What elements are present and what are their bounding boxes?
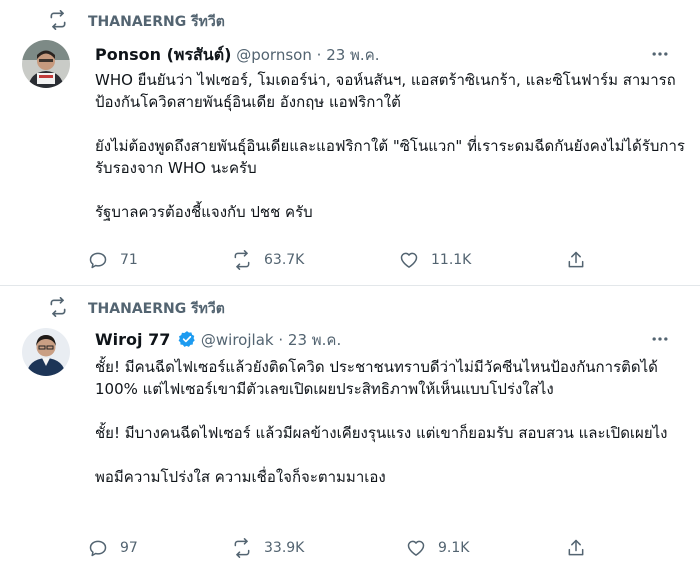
like-button[interactable]: 9.1K — [406, 536, 469, 560]
like-button[interactable]: 11.1K — [399, 248, 471, 272]
tweet-date[interactable]: 23 พ.ค. — [326, 46, 379, 64]
verified-badge-icon — [178, 331, 195, 347]
like-count: 11.1K — [431, 252, 472, 268]
tweet-paragraph: พอมีความโปร่งใส ความเชื่อใจก็จะตามมาเอง — [95, 468, 386, 486]
tweet-paragraph: WHO ยืนยันว่า ไฟเซอร์, โมเดอร์น่า, จอห์น… — [95, 71, 676, 111]
retweeted-by-label[interactable]: THANAERNG รีทวีต — [88, 298, 225, 320]
tweet[interactable]: THANAERNG รีทวีต Wiroj 77 @wirojlak · 23… — [0, 286, 700, 571]
share-icon — [568, 539, 584, 556]
tweet-actions: 97 33.9K 9.1K — [88, 536, 608, 560]
tweet-text: WHO ยืนยันว่า ไฟเซอร์, โมเดอร์น่า, จอห์น… — [95, 69, 685, 223]
avatar-image — [22, 328, 70, 376]
more-options-icon[interactable] — [650, 44, 670, 64]
author-name[interactable]: Wiroj 77 — [95, 330, 170, 349]
tweet-actions: 71 63.7K 11.1K — [88, 248, 608, 272]
share-button[interactable] — [566, 248, 586, 272]
tweet-header: Wiroj 77 @wirojlak · 23 พ.ค. — [95, 328, 341, 350]
author-handle[interactable]: @pornson — [236, 46, 312, 64]
tweet-header: Ponson (พรสันต์) @pornson · 23 พ.ค. — [95, 43, 380, 65]
retweet-count: 63.7K — [264, 252, 305, 268]
tweet-paragraph: ยังไม่ต้องพูดถึงสายพันธุ์อินเดียและแอฟริ… — [95, 137, 685, 177]
reply-icon — [89, 252, 107, 269]
separator-dot: · — [278, 331, 284, 349]
tweet-paragraph: ชั้ย! มีคนฉีดไฟเซอร์แล้วยังติดโควิด ประช… — [95, 358, 658, 398]
author-name[interactable]: Ponson (พรสันต์) — [95, 45, 231, 64]
like-count: 9.1K — [438, 540, 470, 556]
share-button[interactable] — [566, 536, 586, 560]
retweet-icon — [234, 538, 250, 558]
tweet-text: ชั้ย! มีคนฉีดไฟเซอร์แล้วยังติดโควิด ประช… — [95, 356, 685, 488]
avatar-image — [22, 40, 70, 88]
author-handle[interactable]: @wirojlak — [201, 331, 274, 349]
tweet-paragraph: รัฐบาลควรต้องชี้แจงกับ ปชช ครับ — [95, 203, 313, 221]
reply-icon — [89, 540, 107, 557]
separator-dot: · — [316, 46, 322, 64]
avatar[interactable] — [22, 328, 70, 376]
share-icon — [568, 251, 584, 268]
retweet-button[interactable]: 63.7K — [232, 248, 304, 272]
reply-button[interactable]: 97 — [88, 536, 138, 560]
retweet-count: 33.9K — [264, 540, 305, 556]
reply-button[interactable]: 71 — [88, 248, 138, 272]
retweet-icon — [234, 250, 250, 270]
avatar[interactable] — [22, 40, 70, 88]
retweet-icon — [50, 297, 66, 317]
reply-count: 71 — [120, 252, 138, 268]
more-options-icon[interactable] — [650, 329, 670, 349]
reply-count: 97 — [120, 540, 138, 556]
retweet-icon — [50, 10, 66, 30]
tweet-date[interactable]: 23 พ.ค. — [288, 331, 341, 349]
heart-icon — [407, 540, 425, 556]
tweet-paragraph: ชั้ย! มีบางคนฉีดไฟเซอร์ แล้วมีผลข้างเคีย… — [95, 424, 668, 442]
retweeted-by-label[interactable]: THANAERNG รีทวีต — [88, 11, 225, 33]
heart-icon — [400, 252, 418, 268]
tweet[interactable]: THANAERNG รีทวีต Ponson (พรสันต์) @porns… — [0, 0, 700, 285]
retweet-button[interactable]: 33.9K — [232, 536, 304, 560]
